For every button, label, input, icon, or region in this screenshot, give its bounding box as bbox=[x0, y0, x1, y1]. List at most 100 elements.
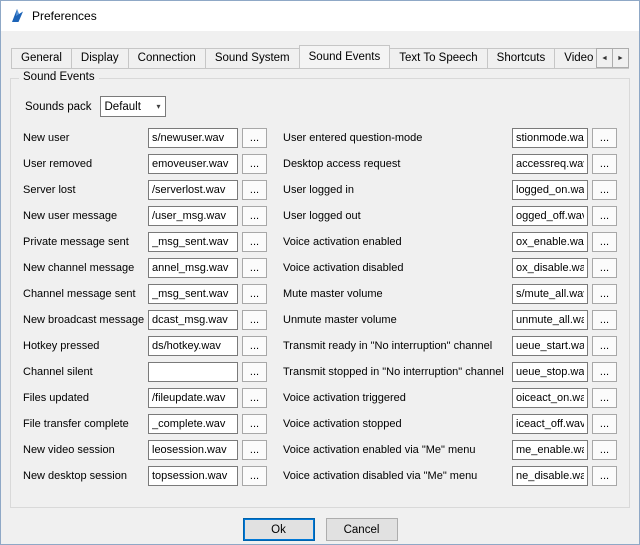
tab-scroll-right-icon[interactable]: ► bbox=[612, 48, 629, 68]
browse-button[interactable]: ... bbox=[242, 362, 267, 382]
sound-event-row: Private message sent... bbox=[23, 232, 267, 252]
browse-button[interactable]: ... bbox=[592, 206, 617, 226]
event-label: New user bbox=[23, 132, 148, 144]
browse-button[interactable]: ... bbox=[592, 232, 617, 252]
sound-file-input[interactable] bbox=[512, 180, 588, 200]
sound-file-input[interactable] bbox=[512, 206, 588, 226]
event-label: Private message sent bbox=[23, 236, 148, 248]
event-label: User entered question-mode bbox=[283, 132, 512, 144]
browse-button[interactable]: ... bbox=[592, 466, 617, 486]
tab-sound-system[interactable]: Sound System bbox=[205, 48, 300, 68]
tab-text-to-speech[interactable]: Text To Speech bbox=[389, 48, 487, 68]
sound-event-row: New desktop session... bbox=[23, 466, 267, 486]
browse-button[interactable]: ... bbox=[242, 310, 267, 330]
browse-button[interactable]: ... bbox=[242, 206, 267, 226]
browse-button[interactable]: ... bbox=[242, 154, 267, 174]
cancel-button[interactable]: Cancel bbox=[326, 518, 398, 541]
tab-shortcuts[interactable]: Shortcuts bbox=[487, 48, 556, 68]
sound-file-input[interactable] bbox=[148, 206, 238, 226]
tab-general[interactable]: General bbox=[11, 48, 72, 68]
sound-file-input[interactable] bbox=[512, 258, 588, 278]
sound-event-row: New broadcast message... bbox=[23, 310, 267, 330]
sound-file-input[interactable] bbox=[148, 362, 238, 382]
tab-scroll-left-icon[interactable]: ◄ bbox=[596, 48, 613, 68]
sound-file-input[interactable] bbox=[148, 466, 238, 486]
browse-button[interactable]: ... bbox=[592, 388, 617, 408]
sound-file-input[interactable] bbox=[512, 128, 588, 148]
browse-button[interactable]: ... bbox=[592, 180, 617, 200]
sound-file-input[interactable] bbox=[512, 154, 588, 174]
sound-file-input[interactable] bbox=[512, 310, 588, 330]
event-label: User removed bbox=[23, 158, 148, 170]
event-label: Voice activation enabled via "Me" menu bbox=[283, 444, 512, 456]
event-label: Voice activation triggered bbox=[283, 392, 512, 404]
sound-file-input[interactable] bbox=[512, 388, 588, 408]
browse-button[interactable]: ... bbox=[242, 466, 267, 486]
sound-file-input[interactable] bbox=[148, 154, 238, 174]
sound-events-grid: New user... User removed... Server lost.… bbox=[23, 128, 617, 492]
event-label: New broadcast message bbox=[23, 314, 148, 326]
app-icon bbox=[9, 8, 25, 24]
sound-event-row: Desktop access request... bbox=[283, 154, 617, 174]
sound-event-row: Voice activation disabled via "Me" menu.… bbox=[283, 466, 617, 486]
sound-file-input[interactable] bbox=[512, 440, 588, 460]
sound-file-input[interactable] bbox=[148, 180, 238, 200]
sound-event-row: Channel silent... bbox=[23, 362, 267, 382]
group-title: Sound Events bbox=[19, 71, 99, 83]
ok-button[interactable]: Ok bbox=[243, 518, 315, 541]
event-label: Channel silent bbox=[23, 366, 148, 378]
tab-display[interactable]: Display bbox=[71, 48, 129, 68]
event-label: Voice activation disabled via "Me" menu bbox=[283, 470, 512, 482]
sound-file-input[interactable] bbox=[148, 258, 238, 278]
browse-button[interactable]: ... bbox=[592, 336, 617, 356]
event-label: Voice activation disabled bbox=[283, 262, 512, 274]
browse-button[interactable]: ... bbox=[242, 440, 267, 460]
event-label: Transmit ready in "No interruption" chan… bbox=[283, 340, 512, 352]
browse-button[interactable]: ... bbox=[592, 414, 617, 434]
browse-button[interactable]: ... bbox=[592, 440, 617, 460]
sound-file-input[interactable] bbox=[512, 466, 588, 486]
sounds-pack-value: Default bbox=[105, 101, 141, 113]
browse-button[interactable]: ... bbox=[592, 284, 617, 304]
tab-strip: General Display Connection Sound System … bbox=[11, 44, 629, 69]
sound-event-row: Voice activation stopped... bbox=[283, 414, 617, 434]
browse-button[interactable]: ... bbox=[242, 414, 267, 434]
browse-button[interactable]: ... bbox=[242, 258, 267, 278]
sound-file-input[interactable] bbox=[512, 232, 588, 252]
browse-button[interactable]: ... bbox=[592, 310, 617, 330]
browse-button[interactable]: ... bbox=[242, 128, 267, 148]
event-label: User logged out bbox=[283, 210, 512, 222]
browse-button[interactable]: ... bbox=[242, 336, 267, 356]
browse-button[interactable]: ... bbox=[242, 388, 267, 408]
sound-file-input[interactable] bbox=[148, 440, 238, 460]
browse-button[interactable]: ... bbox=[242, 180, 267, 200]
sound-file-input[interactable] bbox=[512, 362, 588, 382]
sound-file-input[interactable] bbox=[512, 414, 588, 434]
sound-event-row: New video session... bbox=[23, 440, 267, 460]
browse-button[interactable]: ... bbox=[592, 154, 617, 174]
sound-file-input[interactable] bbox=[148, 388, 238, 408]
event-label: New desktop session bbox=[23, 470, 148, 482]
sound-file-input[interactable] bbox=[512, 336, 588, 356]
sound-event-row: Transmit ready in "No interruption" chan… bbox=[283, 336, 617, 356]
preferences-dialog: Preferences General Display Connection S… bbox=[0, 0, 640, 545]
sound-file-input[interactable] bbox=[148, 310, 238, 330]
browse-button[interactable]: ... bbox=[592, 128, 617, 148]
browse-button[interactable]: ... bbox=[242, 284, 267, 304]
sound-file-input[interactable] bbox=[148, 284, 238, 304]
browse-button[interactable]: ... bbox=[592, 258, 617, 278]
sound-file-input[interactable] bbox=[148, 128, 238, 148]
browse-button[interactable]: ... bbox=[242, 232, 267, 252]
sound-file-input[interactable] bbox=[512, 284, 588, 304]
sound-file-input[interactable] bbox=[148, 336, 238, 356]
chevron-down-icon: ▾ bbox=[156, 102, 160, 111]
sound-file-input[interactable] bbox=[148, 232, 238, 252]
sounds-pack-select[interactable]: Default ▾ bbox=[100, 96, 166, 117]
event-label: New user message bbox=[23, 210, 148, 222]
tab-connection[interactable]: Connection bbox=[128, 48, 206, 68]
tab-sound-events[interactable]: Sound Events bbox=[299, 45, 391, 69]
title-bar[interactable]: Preferences bbox=[1, 1, 639, 31]
browse-button[interactable]: ... bbox=[592, 362, 617, 382]
right-column: User entered question-mode... Desktop ac… bbox=[283, 128, 617, 492]
sound-file-input[interactable] bbox=[148, 414, 238, 434]
